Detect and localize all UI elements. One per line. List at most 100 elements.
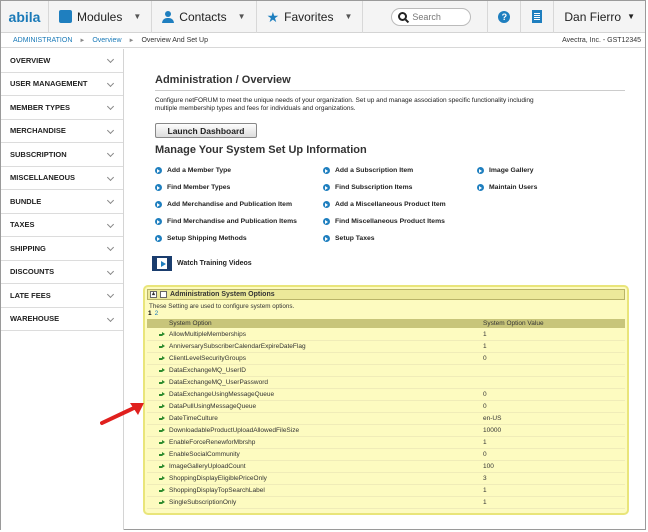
arrow-bullet-icon: [155, 235, 162, 242]
green-arrow-icon: [159, 464, 165, 469]
sidebar-item-user-management[interactable]: USER MANAGEMENT: [1, 73, 123, 96]
option-name: SingleSubscriptionOnly: [169, 499, 237, 506]
help-button[interactable]: ?: [487, 0, 520, 33]
table-row[interactable]: AnniversarySubscriberCalendarExpireDateF…: [147, 341, 625, 353]
sidebar-item-merchandise[interactable]: MERCHANDISE: [1, 120, 123, 143]
option-value: 1: [483, 487, 487, 494]
table-row[interactable]: DownloadableProductUploadAllowedFileSize…: [147, 425, 625, 437]
breadcrumb-administration[interactable]: ADMINISTRATION: [13, 37, 72, 44]
table-row[interactable]: ImageGalleryUploadCount 100: [147, 461, 625, 473]
sidebar-item-subscription[interactable]: SUBSCRIPTION: [1, 143, 123, 167]
green-arrow-icon: [159, 416, 165, 421]
link-add-member-type[interactable]: Add a Member Type: [155, 167, 231, 174]
green-arrow-icon: [159, 380, 165, 385]
page-2-link[interactable]: 2: [155, 310, 159, 317]
link-label: Add a Miscellaneous Product Item: [335, 201, 446, 208]
option-value: 1: [483, 499, 487, 506]
favorites-menu[interactable]: ★ Favorites ▼: [257, 0, 364, 33]
option-name: DataExchangeUsingMessageQueue: [169, 391, 275, 398]
breadcrumb-overview[interactable]: Overview: [92, 37, 121, 44]
link-setup-shipping[interactable]: Setup Shipping Methods: [155, 235, 247, 242]
link-maintain-users[interactable]: Maintain Users: [477, 184, 537, 191]
link-find-merchandise-items[interactable]: Find Merchandise and Publication Items: [155, 218, 297, 225]
user-menu[interactable]: Dan Fierro ▼: [553, 0, 645, 33]
caret-down-icon: ▼: [344, 12, 353, 21]
sidebar-item-label: MERCHANDISE: [10, 126, 66, 136]
table-row[interactable]: EnableForceRenewforMbrshp 1: [147, 437, 625, 449]
chevron-down-icon: [106, 173, 115, 181]
table-row[interactable]: AllowMultipleMemberships 1: [147, 329, 625, 341]
link-add-subscription-item[interactable]: Add a Subscription Item: [323, 167, 413, 174]
organization-button[interactable]: [520, 0, 553, 33]
link-add-misc-product[interactable]: Add a Miscellaneous Product Item: [323, 201, 446, 208]
sidebar-item-taxes[interactable]: TAXES: [1, 214, 123, 237]
search-icon: [398, 12, 408, 21]
link-add-merchandise-item[interactable]: Add Merchandise and Publication Item: [155, 201, 292, 208]
option-name: ShoppingDisplayEligiblePriceOnly: [169, 475, 267, 482]
option-value: 1: [483, 439, 487, 446]
column-system-option[interactable]: System Option: [147, 320, 483, 327]
collapse-icon[interactable]: ▴: [150, 291, 157, 298]
table-header: System Option System Option Value: [147, 319, 625, 328]
sidebar-item-member-types[interactable]: MEMBER TYPES: [1, 96, 123, 120]
panel-header: ▴ Administration System Options: [147, 289, 625, 300]
arrow-bullet-icon: [155, 184, 162, 191]
launch-dashboard-button[interactable]: Launch Dashboard: [155, 123, 257, 138]
table-row[interactable]: DataPullUsingMessageQueue 0: [147, 401, 625, 413]
sidebar-item-label: SUBSCRIPTION: [10, 149, 67, 159]
green-arrow-icon: [159, 452, 165, 457]
sidebar-item-miscellaneous[interactable]: MISCELLANEOUS: [1, 167, 123, 190]
watch-training-videos-link[interactable]: Watch Training Videos: [152, 256, 252, 271]
table-row[interactable]: EnableSocialCommunity 0: [147, 449, 625, 461]
sidebar-item-shipping[interactable]: SHIPPING: [1, 237, 123, 261]
sidebar-item-bundle[interactable]: BUNDLE: [1, 190, 123, 214]
link-image-gallery[interactable]: Image Gallery: [477, 167, 534, 174]
setup-section-title: Manage Your System Set Up Information: [155, 144, 367, 156]
sidebar-item-discounts[interactable]: DISCOUNTS: [1, 261, 123, 284]
option-value: 0: [483, 451, 487, 458]
arrow-bullet-icon: [155, 218, 162, 225]
column-system-option-value[interactable]: System Option Value: [483, 320, 544, 327]
sidebar-item-late-fees[interactable]: LATE FEES: [1, 284, 123, 308]
option-name: ShoppingDisplayTopSearchLabel: [169, 487, 265, 494]
sidebar-item-label: TAXES: [10, 220, 35, 230]
arrow-bullet-icon: [323, 218, 330, 225]
link-find-misc-products[interactable]: Find Miscellaneous Product Items: [323, 218, 445, 225]
modules-menu-label: Modules: [77, 9, 123, 24]
table-row[interactable]: ShoppingDisplayEligiblePriceOnly 3: [147, 473, 625, 485]
link-label: Add a Subscription Item: [335, 167, 414, 174]
sidebar-item-overview[interactable]: OVERVIEW: [1, 49, 123, 73]
table-row[interactable]: ClientLevelSecurityGroups 0: [147, 353, 625, 365]
arrow-bullet-icon: [477, 184, 484, 191]
green-arrow-icon: [159, 344, 165, 349]
sidebar-item-warehouse[interactable]: WAREHOUSE: [1, 308, 123, 331]
modules-menu[interactable]: Modules ▼: [49, 0, 153, 33]
table-row[interactable]: DataExchangeUsingMessageQueue 0: [147, 389, 625, 401]
option-value: 0: [483, 355, 487, 362]
sidebar-item-label: OVERVIEW: [10, 55, 51, 65]
table-row[interactable]: DataExchangeMQ_UserID: [147, 365, 625, 377]
green-arrow-icon: [159, 488, 165, 493]
green-arrow-icon: [159, 440, 165, 445]
link-find-subscription-items[interactable]: Find Subscription Items: [323, 184, 412, 191]
table-row[interactable]: DateTimeCulture en-US: [147, 413, 625, 425]
abila-logo[interactable]: abila: [1, 0, 49, 33]
option-value: 100: [483, 463, 494, 470]
search-input[interactable]: Search: [391, 7, 472, 26]
option-name: ImageGalleryUploadCount: [169, 463, 246, 470]
page-1: 1: [148, 310, 152, 317]
table-row[interactable]: DataExchangeMQ_UserPassword: [147, 377, 625, 389]
link-setup-taxes[interactable]: Setup Taxes: [323, 235, 375, 242]
help-icon: ?: [498, 10, 511, 23]
window-icon[interactable]: [160, 291, 167, 298]
page-title: Administration / Overview: [155, 74, 291, 86]
chevron-down-icon: [106, 55, 115, 64]
option-name: DataExchangeMQ_UserPassword: [169, 379, 268, 386]
table-row[interactable]: SingleSubscriptionOnly 1: [147, 497, 625, 509]
link-label: Image Gallery: [489, 167, 534, 174]
table-row[interactable]: ShoppingDisplayTopSearchLabel 1: [147, 485, 625, 497]
sidebar-item-label: BUNDLE: [10, 196, 42, 206]
link-find-member-types[interactable]: Find Member Types: [155, 184, 230, 191]
option-name: DownloadableProductUploadAllowedFileSize: [169, 427, 300, 434]
contacts-menu[interactable]: Contacts ▼: [152, 0, 257, 33]
